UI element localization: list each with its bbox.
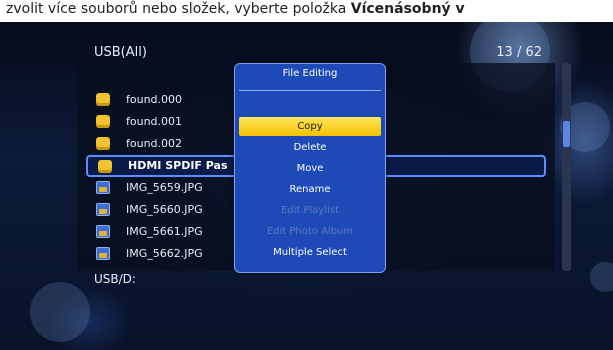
menu-title: File Editing	[282, 68, 338, 79]
file-name: IMG_5662.JPG	[126, 247, 203, 260]
caption-bold-text: Vícenásobný v	[350, 1, 465, 17]
image-file-icon	[96, 181, 110, 194]
file-name: IMG_5660.JPG	[126, 203, 203, 216]
file-name: found.000	[126, 93, 183, 106]
menu-divider	[239, 90, 381, 91]
source-title: USB(All)	[94, 45, 147, 60]
menu-item-edit-playlist: Edit Playlist	[280, 205, 340, 216]
folder-icon	[98, 160, 112, 173]
file-name: found.002	[126, 137, 183, 150]
file-name: IMG_5661.JPG	[126, 225, 203, 238]
file-editing-menu: File Editing Copy Delete Move Rename Edi…	[234, 63, 386, 273]
caption-text: zvolit více souborů nebo složek, vyberte…	[6, 1, 351, 17]
image-file-icon	[96, 247, 110, 260]
scrollbar-thumb[interactable]	[563, 121, 570, 147]
folder-icon	[96, 137, 110, 150]
menu-item-multiple-select[interactable]: Multiple Select	[239, 243, 381, 262]
folder-icon	[96, 115, 110, 128]
file-browser-header: USB(All) 13 / 62	[92, 45, 552, 65]
menu-item-edit-photo-album: Edit Photo Album	[266, 226, 354, 237]
file-name: IMG_5659.JPG	[126, 181, 203, 194]
item-counter: 13 / 62	[496, 45, 542, 60]
current-path: USB/D:	[94, 272, 136, 286]
menu-item-delete[interactable]: Delete	[239, 138, 381, 157]
instruction-caption: zvolit více souborů nebo složek, vyberte…	[0, 0, 613, 22]
background-bubble	[30, 282, 90, 342]
menu-item-move[interactable]: Move	[239, 159, 381, 178]
file-name: found.001	[126, 115, 183, 128]
list-scrollbar[interactable]	[562, 63, 571, 271]
folder-icon	[96, 93, 110, 106]
image-file-icon	[96, 225, 110, 238]
menu-item-rename[interactable]: Rename	[239, 180, 381, 199]
background-bubble	[590, 262, 613, 292]
image-file-icon	[96, 203, 110, 216]
file-name: HDMI SPDIF Pas	[128, 159, 228, 172]
menu-item-copy[interactable]: Copy	[239, 117, 381, 136]
